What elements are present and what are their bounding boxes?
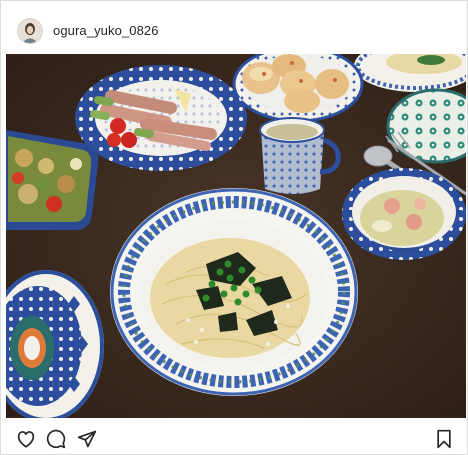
soup-bowl: [342, 168, 466, 260]
post-username[interactable]: ogura_yuko_0826: [53, 23, 159, 38]
heart-icon[interactable]: [15, 428, 37, 450]
pasta-plate: [110, 188, 358, 396]
share-icon[interactable]: [76, 428, 98, 450]
instagram-post: ogura_yuko_0826: [0, 0, 468, 455]
bookmark-icon[interactable]: [433, 428, 455, 450]
post-action-bar: [1, 418, 467, 454]
bacon-roll-plate: [75, 65, 247, 171]
post-header: ogura_yuko_0826: [1, 1, 467, 53]
profile-avatar[interactable]: [17, 18, 43, 44]
vegetable-salad-dish: [6, 130, 99, 230]
pastry-plate: [232, 54, 364, 123]
comment-icon[interactable]: [45, 428, 67, 450]
post-photo[interactable]: [6, 54, 466, 418]
green-pattern-plate: [386, 88, 466, 164]
